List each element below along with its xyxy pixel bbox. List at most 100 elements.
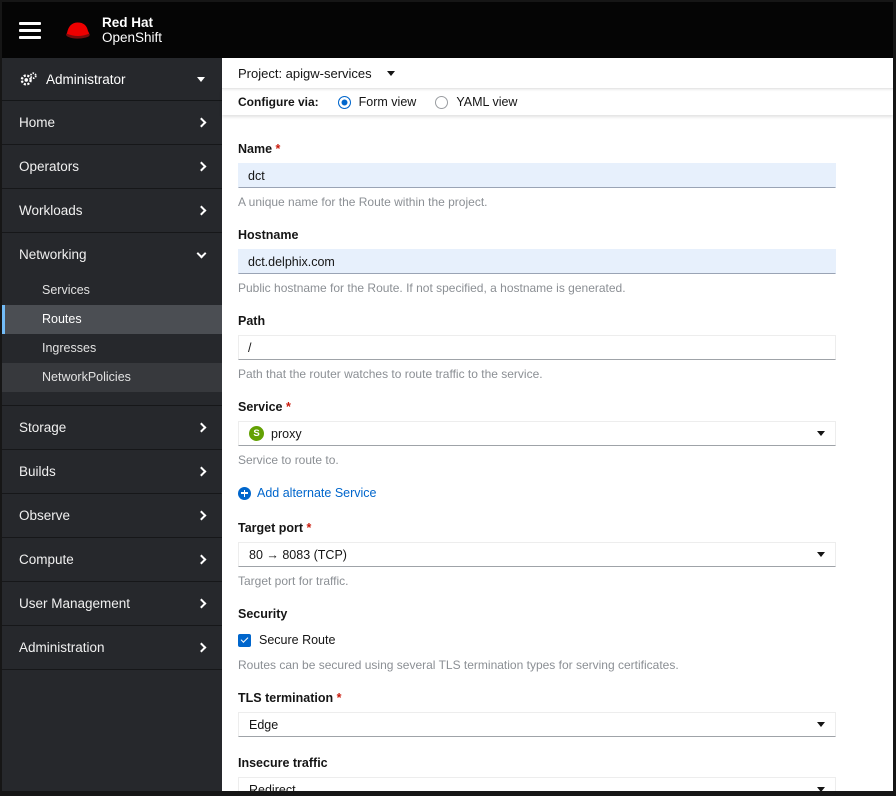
chevron-right-icon (196, 422, 207, 433)
nav-label: Storage (19, 420, 67, 435)
brand-text: Red Hat OpenShift (102, 15, 162, 45)
radio-yaml-view-label: YAML view (456, 95, 518, 109)
brand-line1: Red Hat (102, 15, 154, 30)
caret-down-icon (817, 552, 825, 557)
networking-subnav: Services Routes Ingresses NetworkPolicie… (2, 276, 222, 405)
sidebar-item-builds[interactable]: Builds (2, 450, 222, 493)
service-helper-text: Service to route to. (238, 453, 339, 467)
perspective-switcher[interactable]: Administrator (2, 58, 222, 101)
chevron-right-icon (196, 642, 207, 653)
chevron-down-icon (196, 248, 207, 258)
insecure-traffic-select[interactable]: Redirect (238, 777, 836, 791)
name-label: Name (238, 142, 836, 156)
tls-termination-select-value: Edge (249, 717, 279, 732)
nav-label: Administration (19, 640, 105, 655)
sidebar-item-observe[interactable]: Observe (2, 494, 222, 537)
name-field-group: Name A unique name for the Route within … (238, 142, 836, 209)
chevron-right-icon (196, 510, 207, 521)
sidebar-item-networking[interactable]: Networking (2, 233, 222, 276)
caret-down-icon (817, 431, 825, 436)
sidebar-item-services[interactable]: Services (2, 276, 222, 305)
hostname-input[interactable] (238, 249, 836, 274)
target-port-label: Target port (238, 521, 836, 535)
insecure-traffic-label: Insecure traffic (238, 756, 328, 770)
path-helper-text: Path that the router watches to route tr… (238, 367, 543, 381)
chevron-right-icon (196, 117, 207, 128)
add-alternate-service-link[interactable]: Add alternate Service (238, 486, 377, 500)
name-helper-text: A unique name for the Route within the p… (238, 195, 488, 209)
chevron-right-icon (196, 598, 207, 609)
target-port-helper-text: Target port for traffic. (238, 574, 349, 588)
radio-yaml-view[interactable]: YAML view (435, 95, 517, 109)
project-selector[interactable]: Project: apigw-services (238, 66, 395, 81)
project-label: Project: apigw-services (238, 65, 372, 81)
sidebar-item-operators[interactable]: Operators (2, 145, 222, 188)
radio-form-view[interactable]: Form view (337, 95, 417, 109)
sidebar-item-workloads[interactable]: Workloads (2, 189, 222, 232)
chevron-right-icon (196, 161, 207, 172)
nav-label: Observe (19, 508, 71, 523)
nav-list: Home Operators Workloads Networking Serv… (2, 101, 222, 670)
chevron-right-icon (196, 205, 207, 216)
tls-termination-field-group: TLS termination Edge (238, 691, 836, 737)
nav-label: Workloads (19, 203, 83, 218)
secure-route-checkbox-row[interactable]: Secure Route (238, 633, 877, 647)
security-section: Security Secure Route Routes can be secu… (238, 607, 877, 672)
insecure-traffic-field-group: Insecure traffic Redirect Policy for tra… (238, 756, 836, 791)
caret-down-icon (817, 787, 825, 791)
service-select-value: proxy (271, 426, 302, 441)
sidebar-item-routes[interactable]: Routes (2, 305, 222, 334)
caret-down-icon (197, 76, 205, 82)
secure-route-label: Secure Route (259, 633, 336, 647)
nav-label: User Management (19, 596, 131, 611)
masthead: Red Hat OpenShift (2, 2, 893, 58)
sidebar-item-home[interactable]: Home (2, 101, 222, 144)
target-port-select-value: 80 → 8083 (TCP) (249, 547, 347, 562)
redhat-fedora-logo-icon (66, 22, 90, 39)
nav-toggle-button[interactable] (19, 21, 41, 39)
sidebar-item-compute[interactable]: Compute (2, 538, 222, 581)
brand-line2: OpenShift (102, 30, 163, 45)
app-body: Administrator Home Operators Workloads N… (2, 58, 893, 791)
nav-label: Operators (19, 159, 80, 174)
sidebar-item-administration[interactable]: Administration (2, 626, 222, 669)
chevron-right-icon (196, 554, 207, 565)
hamburger-icon (19, 21, 41, 39)
sidebar-item-storage[interactable]: Storage (2, 406, 222, 449)
app-window: Red Hat OpenShift Administrator Home Ope… (0, 0, 896, 796)
sidebar-item-networkpolicies[interactable]: NetworkPolicies (2, 363, 222, 392)
radio-form-view-label: Form view (358, 95, 417, 109)
service-badge-icon: S (249, 426, 264, 441)
checkbox-checked-icon (238, 633, 251, 647)
tls-termination-select[interactable]: Edge (238, 712, 836, 737)
service-select[interactable]: S proxy (238, 421, 836, 446)
sidebar-item-ingresses[interactable]: Ingresses (2, 334, 222, 363)
configure-via-bar: Configure via: Form view YAML view (222, 89, 893, 115)
insecure-traffic-select-value: Redirect (249, 782, 296, 792)
tls-termination-label: TLS termination (238, 691, 836, 705)
service-label: Service (238, 400, 836, 414)
hostname-field-group: Hostname Public hostname for the Route. … (238, 228, 836, 295)
route-form: Name A unique name for the Route within … (222, 115, 893, 791)
security-description: Routes can be secured using several TLS … (238, 658, 679, 672)
path-input[interactable] (238, 335, 836, 360)
add-alternate-service-label: Add alternate Service (257, 486, 377, 500)
path-field-group: Path Path that the router watches to rou… (238, 314, 836, 381)
project-bar: Project: apigw-services (222, 58, 893, 89)
chevron-right-icon (196, 466, 207, 477)
path-label: Path (238, 314, 266, 328)
plus-circle-icon (238, 486, 251, 500)
nav-label: Compute (19, 552, 74, 567)
perspective-label: Administrator (46, 71, 126, 87)
nav-label: Home (19, 115, 56, 130)
caret-down-icon (817, 722, 825, 727)
nav-label: Builds (19, 464, 56, 479)
nav-label: Networking (19, 247, 87, 262)
caret-down-icon (386, 70, 395, 76)
target-port-select[interactable]: 80 → 8083 (TCP) (238, 542, 836, 567)
sidebar-item-user-management[interactable]: User Management (2, 582, 222, 625)
sidebar-nav: Administrator Home Operators Workloads N… (2, 58, 222, 791)
main-content: Project: apigw-services Configure via: F… (222, 58, 893, 791)
name-input[interactable] (238, 163, 836, 188)
hostname-label: Hostname (238, 228, 299, 242)
